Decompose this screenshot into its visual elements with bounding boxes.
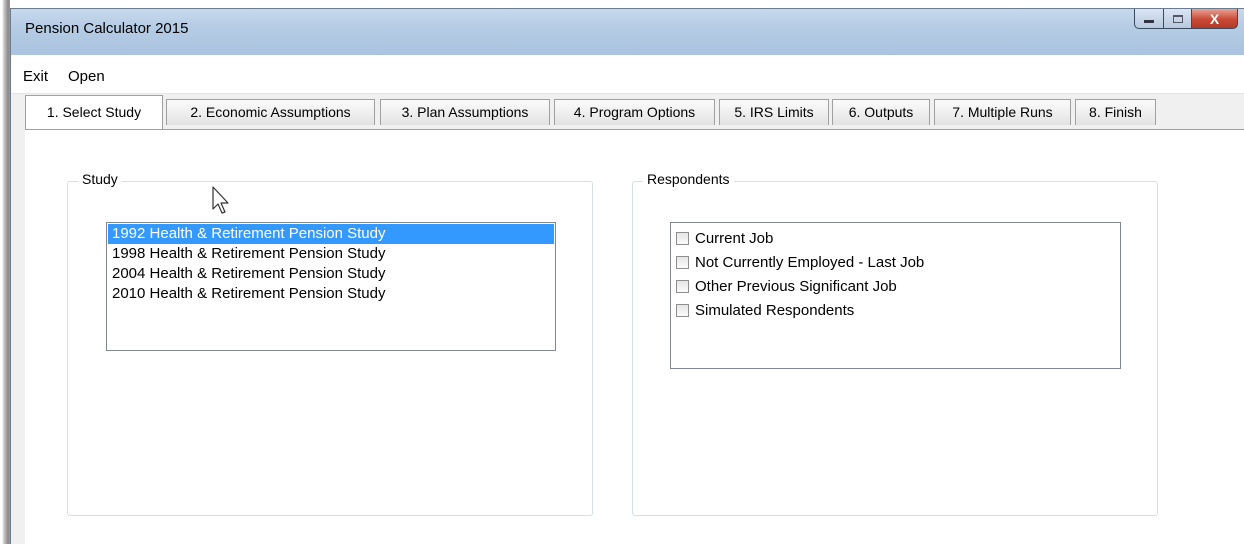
maximize-icon [1172,14,1183,23]
menu-open[interactable]: Open [68,68,105,85]
tab-plan-assumptions[interactable]: 3. Plan Assumptions [380,99,550,125]
app-window: Pension Calculator 2015 X Exit Open 1. S… [10,8,1244,546]
window-title: Pension Calculator 2015 [25,20,189,37]
respondent-label: Current Job [695,229,774,247]
respondent-label: Other Previous Significant Job [695,277,897,295]
respondent-current-job[interactable]: Current Job [672,226,1119,250]
study-item-1998[interactable]: 1998 Health & Retirement Pension Study [108,244,554,264]
checkbox-current-job[interactable] [676,231,689,245]
study-item-1992[interactable]: 1992 Health & Retirement Pension Study [108,224,554,244]
tab-irs-limits[interactable]: 5. IRS Limits [719,99,829,125]
close-button[interactable]: X [1192,9,1238,29]
tab-multiple-runs[interactable]: 7. Multiple Runs [934,99,1071,125]
respondents-checklist: Current Job Not Currently Employed - Las… [670,222,1121,369]
checkbox-previous-job[interactable] [676,279,689,293]
study-item-2004[interactable]: 2004 Health & Retirement Pension Study [108,264,554,284]
minimize-button[interactable] [1134,9,1164,29]
respondent-label: Not Currently Employed - Last Job [695,253,925,271]
background-window-edge [0,0,10,544]
maximize-button[interactable] [1164,9,1192,29]
tab-panel-select-study: Study 1992 Health & Retirement Pension S… [25,129,1244,546]
study-item-2010[interactable]: 2010 Health & Retirement Pension Study [108,284,554,304]
menu-exit[interactable]: Exit [23,68,48,85]
window-controls: X [1134,9,1238,31]
mouse-cursor-icon [212,186,229,214]
respondent-last-job[interactable]: Not Currently Employed - Last Job [672,250,1119,274]
minimize-icon [1144,20,1154,23]
respondent-previous-job[interactable]: Other Previous Significant Job [672,274,1119,298]
study-listbox[interactable]: 1992 Health & Retirement Pension Study 1… [106,222,556,351]
tab-outputs[interactable]: 6. Outputs [832,99,930,125]
tab-economic-assumptions[interactable]: 2. Economic Assumptions [166,99,375,125]
tab-finish[interactable]: 8. Finish [1075,99,1156,125]
respondent-simulated[interactable]: Simulated Respondents [672,298,1119,322]
respondents-groupbox: Respondents Current Job Not Currently Em… [632,171,1158,516]
tab-program-options[interactable]: 4. Program Options [554,99,715,125]
study-label: Study [78,171,122,187]
respondents-label: Respondents [643,171,734,187]
tab-select-study[interactable]: 1. Select Study [25,95,163,129]
close-icon: X [1209,10,1220,27]
checkbox-simulated[interactable] [676,303,689,317]
respondent-label: Simulated Respondents [695,301,855,319]
title-bar[interactable]: Pension Calculator 2015 X [11,9,1244,55]
menu-bar: Exit Open [11,55,1244,94]
checkbox-last-job[interactable] [676,255,689,269]
study-groupbox: Study 1992 Health & Retirement Pension S… [67,171,593,516]
